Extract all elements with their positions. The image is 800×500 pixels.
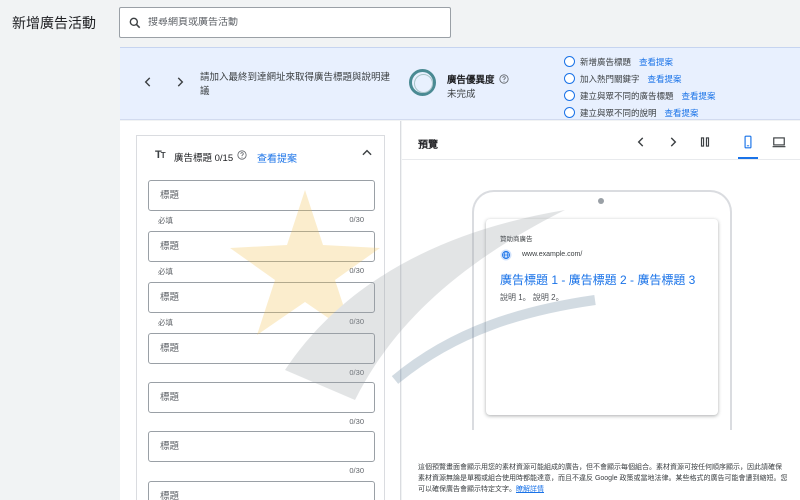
suggestion-item: 建立與眾不同的廣告標題 查看提案 [564,87,716,104]
char-counter: 0/30 [349,417,364,426]
sponsored-label: 贊助商廣告 [500,236,533,243]
char-counter: 0/30 [349,266,364,275]
headline-field[interactable] [148,231,375,262]
char-counter: 0/30 [349,368,364,377]
ad-strength-status: 未完成 [447,89,476,100]
suggestion-item: 加入熱門關鍵字 查看提案 [564,70,716,87]
headline-field[interactable] [148,282,375,313]
search-box[interactable] [119,7,451,38]
char-counter: 0/30 [349,466,364,475]
view-suggestions-link[interactable]: 查看提案 [257,150,297,165]
unchecked-circle-icon [564,73,575,84]
headlines-card-header: TT 廣告標題 0/15 查看提案 [137,136,384,176]
suggestion-label: 加入熱門關鍵字 [580,73,640,84]
preview-disclaimer: 這個預覽畫面會顯示用您的素材資源可能組成的廣告，但不會顯示每個組合。素材資源可按… [418,462,788,495]
suggestion-link[interactable]: 查看提案 [665,107,699,119]
headline-input[interactable] [160,292,374,303]
ad-preview-card: 贊助商廣告 www.example.com/ 廣告標題 1 - 廣告標題 2 -… [486,219,718,415]
ad-url: www.example.com/ [522,251,583,258]
phone-camera [598,198,604,204]
headline-field[interactable] [148,180,375,211]
headline-field[interactable] [148,333,375,364]
suggestion-link[interactable]: 查看提案 [639,56,673,68]
unchecked-circle-icon [564,56,575,67]
suggestion-item: 建立與眾不同的說明 查看提案 [564,104,716,121]
chevron-right-icon[interactable] [173,75,187,89]
ad-headline[interactable]: 廣告標題 1 - 廣告標題 2 - 廣告標題 3 [500,271,695,288]
chevron-right-icon[interactable] [666,135,680,149]
suggestion-label: 建立與眾不同的說明 [580,107,657,118]
headline-input[interactable] [160,241,374,252]
search-icon [129,17,141,28]
headline-field[interactable] [148,481,375,500]
ad-strength-label: 廣告優異度 [447,75,495,86]
suggestion-label: 新增廣告標題 [580,56,632,67]
unchecked-circle-icon [564,107,575,118]
help-icon[interactable] [237,150,247,160]
char-counter: 0/30 [349,215,364,224]
char-counter: 0/30 [349,317,364,326]
chevron-left-icon[interactable] [141,75,155,89]
chevron-left-icon[interactable] [634,135,648,149]
headline-field[interactable] [148,382,375,413]
mobile-device-icon[interactable] [741,135,755,149]
required-label: 必填 [158,216,173,225]
search-input[interactable] [148,17,438,28]
headlines-title: 廣告標題 0/15 [174,153,234,164]
banner-message: 請加入最終到達網址來取得廣告標題與說明建議 [200,72,391,97]
suggestion-link[interactable]: 查看提案 [648,73,682,85]
headline-input[interactable] [160,190,374,201]
learn-more-link[interactable]: 瞭解詳情 [516,486,544,493]
page-title: 新增廣告活動 [12,15,96,31]
suggestion-checklist: 新增廣告標題 查看提案 加入熱門關鍵字 查看提案 建立與眾不同的廣告標題 查看提… [564,53,716,121]
text-format-icon: TT [155,149,166,161]
headlines-panel: TT 廣告標題 0/15 查看提案 必填 0/30 必填 0/30 必填 0/3… [120,121,401,500]
toolbar-divider [402,159,800,160]
headline-input[interactable] [160,441,374,452]
headlines-card: TT 廣告標題 0/15 查看提案 必填 0/30 必填 0/30 必填 0/3… [136,135,385,500]
required-label: 必填 [158,318,173,327]
headline-field[interactable] [148,431,375,462]
ad-strength-banner: 請加入最終到達網址來取得廣告標題與說明建議 廣告優異度 未完成 新增廣告標題 查… [120,47,800,120]
required-label: 必填 [158,267,173,276]
preview-panel: 預覽 贊助商廣告 www.example.com/ 廣告標題 1 - 廣告標題 … [402,121,800,500]
chevron-up-icon[interactable] [360,146,374,160]
pause-icon[interactable] [698,135,712,149]
suggestion-item: 新增廣告標題 查看提案 [564,53,716,70]
headline-input[interactable] [160,392,374,403]
unchecked-circle-icon [564,90,575,101]
ad-description: 說明 1。 說明 2。 [500,293,564,302]
headline-input[interactable] [160,491,374,500]
suggestion-link[interactable]: 查看提案 [682,90,716,102]
preview-title: 預覽 [418,140,438,151]
suggestion-label: 建立與眾不同的廣告標題 [580,90,674,101]
top-header: 新增廣告活動 [0,0,800,46]
headline-input[interactable] [160,343,374,354]
desktop-device-icon[interactable] [771,135,787,149]
disclaimer-text: 這個預覽畫面會顯示用您的素材資源可能組成的廣告，但不會顯示每個組合。素材資源可按… [418,464,788,493]
globe-icon [500,249,512,261]
ad-strength-title: 廣告優異度 [447,72,509,86]
help-icon[interactable] [498,74,509,84]
ad-strength-ring [409,69,436,96]
